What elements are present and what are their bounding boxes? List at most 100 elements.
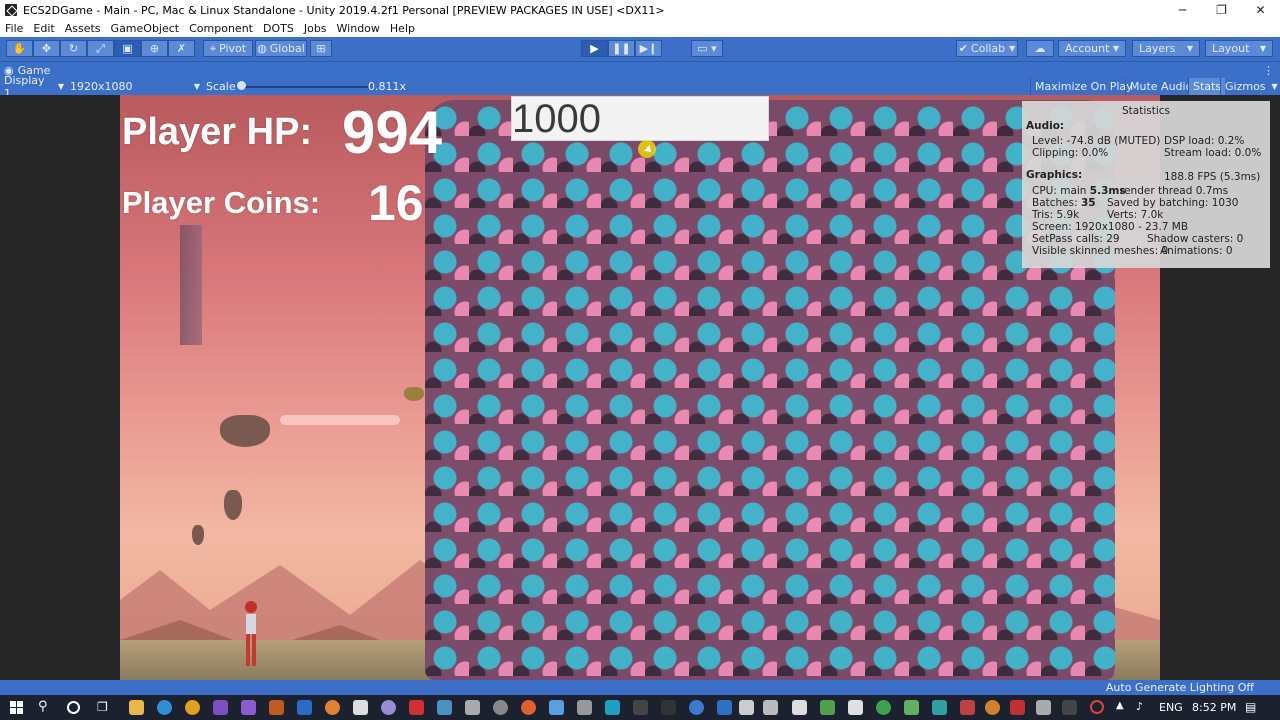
app-icon[interactable] — [521, 700, 536, 715]
move-tool-button[interactable]: ✥ — [33, 40, 60, 57]
audio-level: Level: -74.8 dB (MUTED) — [1032, 135, 1161, 147]
photoshop-icon[interactable] — [297, 700, 312, 715]
menu-component[interactable]: Component — [184, 22, 258, 35]
app-icon[interactable] — [465, 700, 480, 715]
menu-assets[interactable]: Assets — [60, 22, 106, 35]
enemy-count-input[interactable]: 1000 — [511, 96, 769, 141]
menu-edit[interactable]: Edit — [28, 22, 59, 35]
menu-window[interactable]: Window — [332, 22, 385, 35]
play-button[interactable]: ▶ — [581, 40, 608, 57]
volume-icon[interactable]: ♪ — [1136, 700, 1151, 715]
menu-gameobject[interactable]: GameObject — [106, 22, 185, 35]
record-icon[interactable] — [1090, 700, 1104, 714]
fl-studio-icon[interactable] — [269, 700, 284, 715]
unity-taskbar-icon[interactable] — [1062, 700, 1077, 715]
restore-button[interactable]: ❐ — [1202, 0, 1241, 20]
monitor-icon: ▭ ▾ — [697, 42, 717, 55]
pivot-button[interactable]: ⌖ Pivot — [203, 40, 253, 57]
chevron-down-icon: ▼ — [193, 82, 200, 91]
edge-icon[interactable] — [157, 700, 172, 715]
app-icon[interactable] — [437, 700, 452, 715]
file-explorer-icon[interactable] — [129, 700, 144, 715]
tab-menu-icon[interactable]: ⋮ — [1263, 64, 1274, 77]
collab-button[interactable]: ✔ Collab ▼ — [956, 40, 1018, 57]
notifications-icon[interactable]: ▤ — [1245, 700, 1260, 715]
menu-jobs[interactable]: Jobs — [299, 22, 332, 35]
pause-icon: ❚❚ — [612, 42, 631, 55]
display-dropdown[interactable]: Display 1 ▼ — [4, 74, 64, 100]
app-icon[interactable] — [493, 700, 508, 715]
menu-dots[interactable]: DOTS — [258, 22, 299, 35]
app-icon[interactable] — [549, 700, 564, 715]
language-indicator[interactable]: ENG — [1159, 695, 1183, 720]
app-icon[interactable] — [605, 700, 620, 715]
chevron-down-icon: ▼ — [1259, 44, 1266, 53]
stream-load: Stream load: 0.0% — [1164, 147, 1262, 159]
app-icon[interactable] — [1010, 700, 1025, 715]
chevron-down-icon: ▼ — [1271, 82, 1278, 91]
gizmos-label: Gizmos — [1225, 80, 1266, 93]
pivot-icon: ⌖ — [209, 41, 217, 55]
app-icon[interactable] — [1036, 700, 1051, 715]
scale-tool-button[interactable]: ⤢ — [87, 40, 114, 57]
menu-help[interactable]: Help — [385, 22, 420, 35]
mute-audio-toggle[interactable]: Mute Audio — [1125, 78, 1196, 95]
verts: Verts: 7.0k — [1107, 209, 1164, 221]
hand-tool-button[interactable]: ✋ — [6, 40, 33, 57]
notepad-icon[interactable] — [353, 700, 368, 715]
snap-button[interactable]: ⊞ — [310, 40, 332, 57]
app-icon[interactable] — [960, 700, 975, 715]
app-icon[interactable] — [848, 700, 863, 715]
rotate-tool-button[interactable]: ↻ — [60, 40, 87, 57]
app-icon[interactable] — [717, 700, 732, 715]
app-icon[interactable] — [876, 700, 891, 715]
tray-chevron-up-icon[interactable]: ▲ — [1116, 700, 1131, 715]
blender-icon[interactable] — [325, 700, 340, 715]
device-simulator-button[interactable]: ▭ ▾ — [691, 40, 723, 57]
app-icon[interactable] — [409, 700, 424, 715]
custom-tool-button[interactable]: ✗ — [168, 40, 195, 57]
enemy-swarm — [425, 100, 1115, 680]
close-button[interactable]: ✕ — [1241, 0, 1280, 20]
unreal-icon[interactable] — [633, 700, 648, 715]
global-button[interactable]: ◍ Global — [255, 40, 307, 57]
menu-file[interactable]: File — [0, 22, 28, 35]
cortana-icon[interactable] — [67, 701, 80, 714]
app-icon[interactable] — [985, 700, 1000, 715]
epic-games-icon[interactable] — [661, 700, 676, 715]
rect-tool-button[interactable]: ▣ — [114, 40, 141, 57]
gizmos-dropdown[interactable]: Gizmos ▼ — [1220, 78, 1280, 95]
scale-slider-handle[interactable] — [237, 81, 246, 90]
clock[interactable]: 8:52 PM — [1192, 695, 1236, 720]
floating-rock — [404, 387, 424, 401]
chevron-down-icon: ▼ — [1186, 44, 1193, 53]
visual-studio-code-icon[interactable] — [241, 700, 256, 715]
minimize-button[interactable]: ─ — [1163, 0, 1202, 20]
account-dropdown[interactable]: Account ▼ — [1058, 40, 1126, 57]
visual-studio-icon[interactable] — [213, 700, 228, 715]
layers-dropdown[interactable]: Layers ▼ — [1132, 40, 1200, 57]
step-button[interactable]: ▶❙ — [635, 40, 662, 57]
app-icon[interactable] — [792, 700, 807, 715]
app-icon[interactable] — [763, 700, 778, 715]
layout-dropdown[interactable]: Layout ▼ — [1205, 40, 1273, 57]
cloud-button[interactable]: ☁ — [1026, 40, 1054, 57]
app-icon[interactable] — [932, 700, 947, 715]
search-icon[interactable]: ⚲ — [38, 699, 53, 714]
maximize-on-play-toggle[interactable]: Maximize On Play — [1030, 78, 1137, 95]
game-view[interactable] — [120, 95, 1160, 680]
transform-tool-button[interactable]: ⊕ — [141, 40, 168, 57]
app-icon[interactable] — [739, 700, 754, 715]
windows-start-icon[interactable] — [10, 701, 23, 714]
scale-slider-track[interactable] — [240, 86, 368, 88]
app-icon[interactable] — [577, 700, 592, 715]
resolution-dropdown[interactable]: 1920x1080 ▼ — [70, 78, 200, 95]
chrome-icon[interactable] — [185, 700, 200, 715]
task-view-icon[interactable]: ❐ — [97, 700, 112, 715]
globe-icon: ◍ — [257, 42, 267, 55]
app-icon[interactable] — [689, 700, 704, 715]
app-icon[interactable] — [381, 700, 396, 715]
pause-button[interactable]: ❚❚ — [608, 40, 635, 57]
app-icon[interactable] — [820, 700, 835, 715]
app-icon[interactable] — [904, 700, 919, 715]
